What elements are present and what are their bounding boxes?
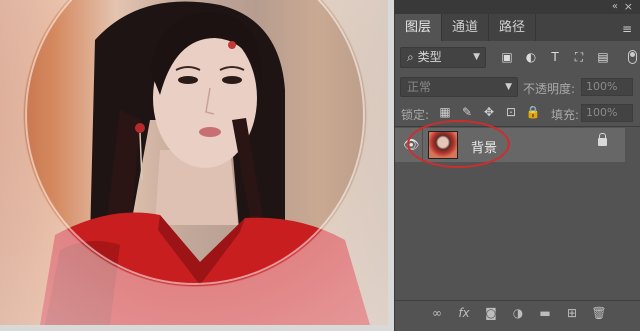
double-chevron-icon[interactable]: « bbox=[612, 1, 618, 12]
mask-icon[interactable]: ◙ bbox=[483, 305, 499, 321]
opacity-label: 不透明度: bbox=[523, 82, 576, 96]
smart-object-filter-icon[interactable]: ▤ bbox=[595, 49, 611, 65]
image-filter-icon[interactable]: ▣ bbox=[499, 49, 515, 65]
layer-filter-row: ⌕ 类型 ▼ ▣ ◐ T ⛶ ▤ bbox=[395, 47, 640, 69]
lock-position-icon[interactable]: ✥ bbox=[481, 104, 497, 120]
search-icon: ⌕ bbox=[407, 50, 414, 64]
fill-field[interactable]: 100% bbox=[581, 104, 633, 122]
filter-toggle[interactable] bbox=[628, 50, 637, 64]
layers-panel: « × 图层 通道 路径 ≡ ⌕ 类型 ▼ ▣ ◐ T ⛶ ▤ 正常 ▼ 不透明… bbox=[394, 0, 640, 331]
opacity-value: 100% bbox=[586, 80, 618, 93]
canvas-bottom-edge bbox=[0, 325, 394, 331]
panel-title-bar: « × bbox=[395, 0, 640, 14]
link-icon[interactable]: ∞ bbox=[429, 305, 445, 321]
filter-kind-label: 类型 bbox=[417, 50, 442, 64]
adjustment-filter-icon[interactable]: ◐ bbox=[523, 49, 539, 65]
group-folder-icon[interactable]: ▬ bbox=[537, 305, 553, 321]
document-canvas[interactable] bbox=[0, 0, 394, 331]
blend-opacity-row: 正常 ▼ 不透明度: 100% bbox=[395, 77, 640, 99]
lock-label: 锁定: bbox=[401, 108, 430, 122]
shape-filter-icon[interactable]: ⛶ bbox=[571, 49, 587, 65]
chevron-down-icon: ▼ bbox=[473, 52, 480, 62]
new-layer-icon[interactable]: ⊞ bbox=[564, 305, 580, 321]
tab-layers[interactable]: 图层 bbox=[395, 14, 443, 41]
portrait-photo bbox=[0, 0, 388, 325]
blend-mode-select[interactable]: 正常 ▼ bbox=[400, 77, 518, 97]
blend-mode-value: 正常 bbox=[407, 80, 432, 94]
lock-fill-row: 锁定: ▦ ✎ ✥ ⊡ 🔒 填充: 100% bbox=[395, 103, 640, 125]
chevron-down-icon: ▼ bbox=[505, 82, 512, 92]
panel-menu-icon[interactable]: ≡ bbox=[622, 22, 632, 36]
lock-all-icon[interactable]: 🔒 bbox=[525, 104, 541, 120]
type-filter-icon[interactable]: T bbox=[547, 49, 563, 65]
panel-bottom-bar: ∞ fx ◙ ◑ ▬ ⊞ 🗑 bbox=[395, 300, 640, 325]
lock-icon bbox=[598, 133, 607, 146]
tab-paths[interactable]: 路径 bbox=[489, 14, 537, 41]
fill-label: 填充: bbox=[551, 108, 580, 122]
fill-value: 100% bbox=[586, 106, 618, 119]
lock-pixels-icon[interactable]: ✎ bbox=[459, 104, 475, 120]
lock-transparency-icon[interactable]: ▦ bbox=[437, 104, 453, 120]
highlight-annotation-ring bbox=[407, 120, 510, 168]
trash-icon[interactable]: 🗑 bbox=[591, 305, 607, 321]
panel-tabs: 图层 通道 路径 ≡ bbox=[395, 14, 640, 41]
lock-artboard-icon[interactable]: ⊡ bbox=[503, 104, 519, 120]
filter-kind-select[interactable]: ⌕ 类型 ▼ bbox=[400, 47, 486, 68]
fx-icon[interactable]: fx bbox=[456, 305, 472, 321]
opacity-field[interactable]: 100% bbox=[581, 78, 633, 96]
adjustment-icon[interactable]: ◑ bbox=[510, 305, 526, 321]
close-panel-icon[interactable]: × bbox=[624, 0, 633, 13]
tab-channels[interactable]: 通道 bbox=[442, 14, 490, 41]
